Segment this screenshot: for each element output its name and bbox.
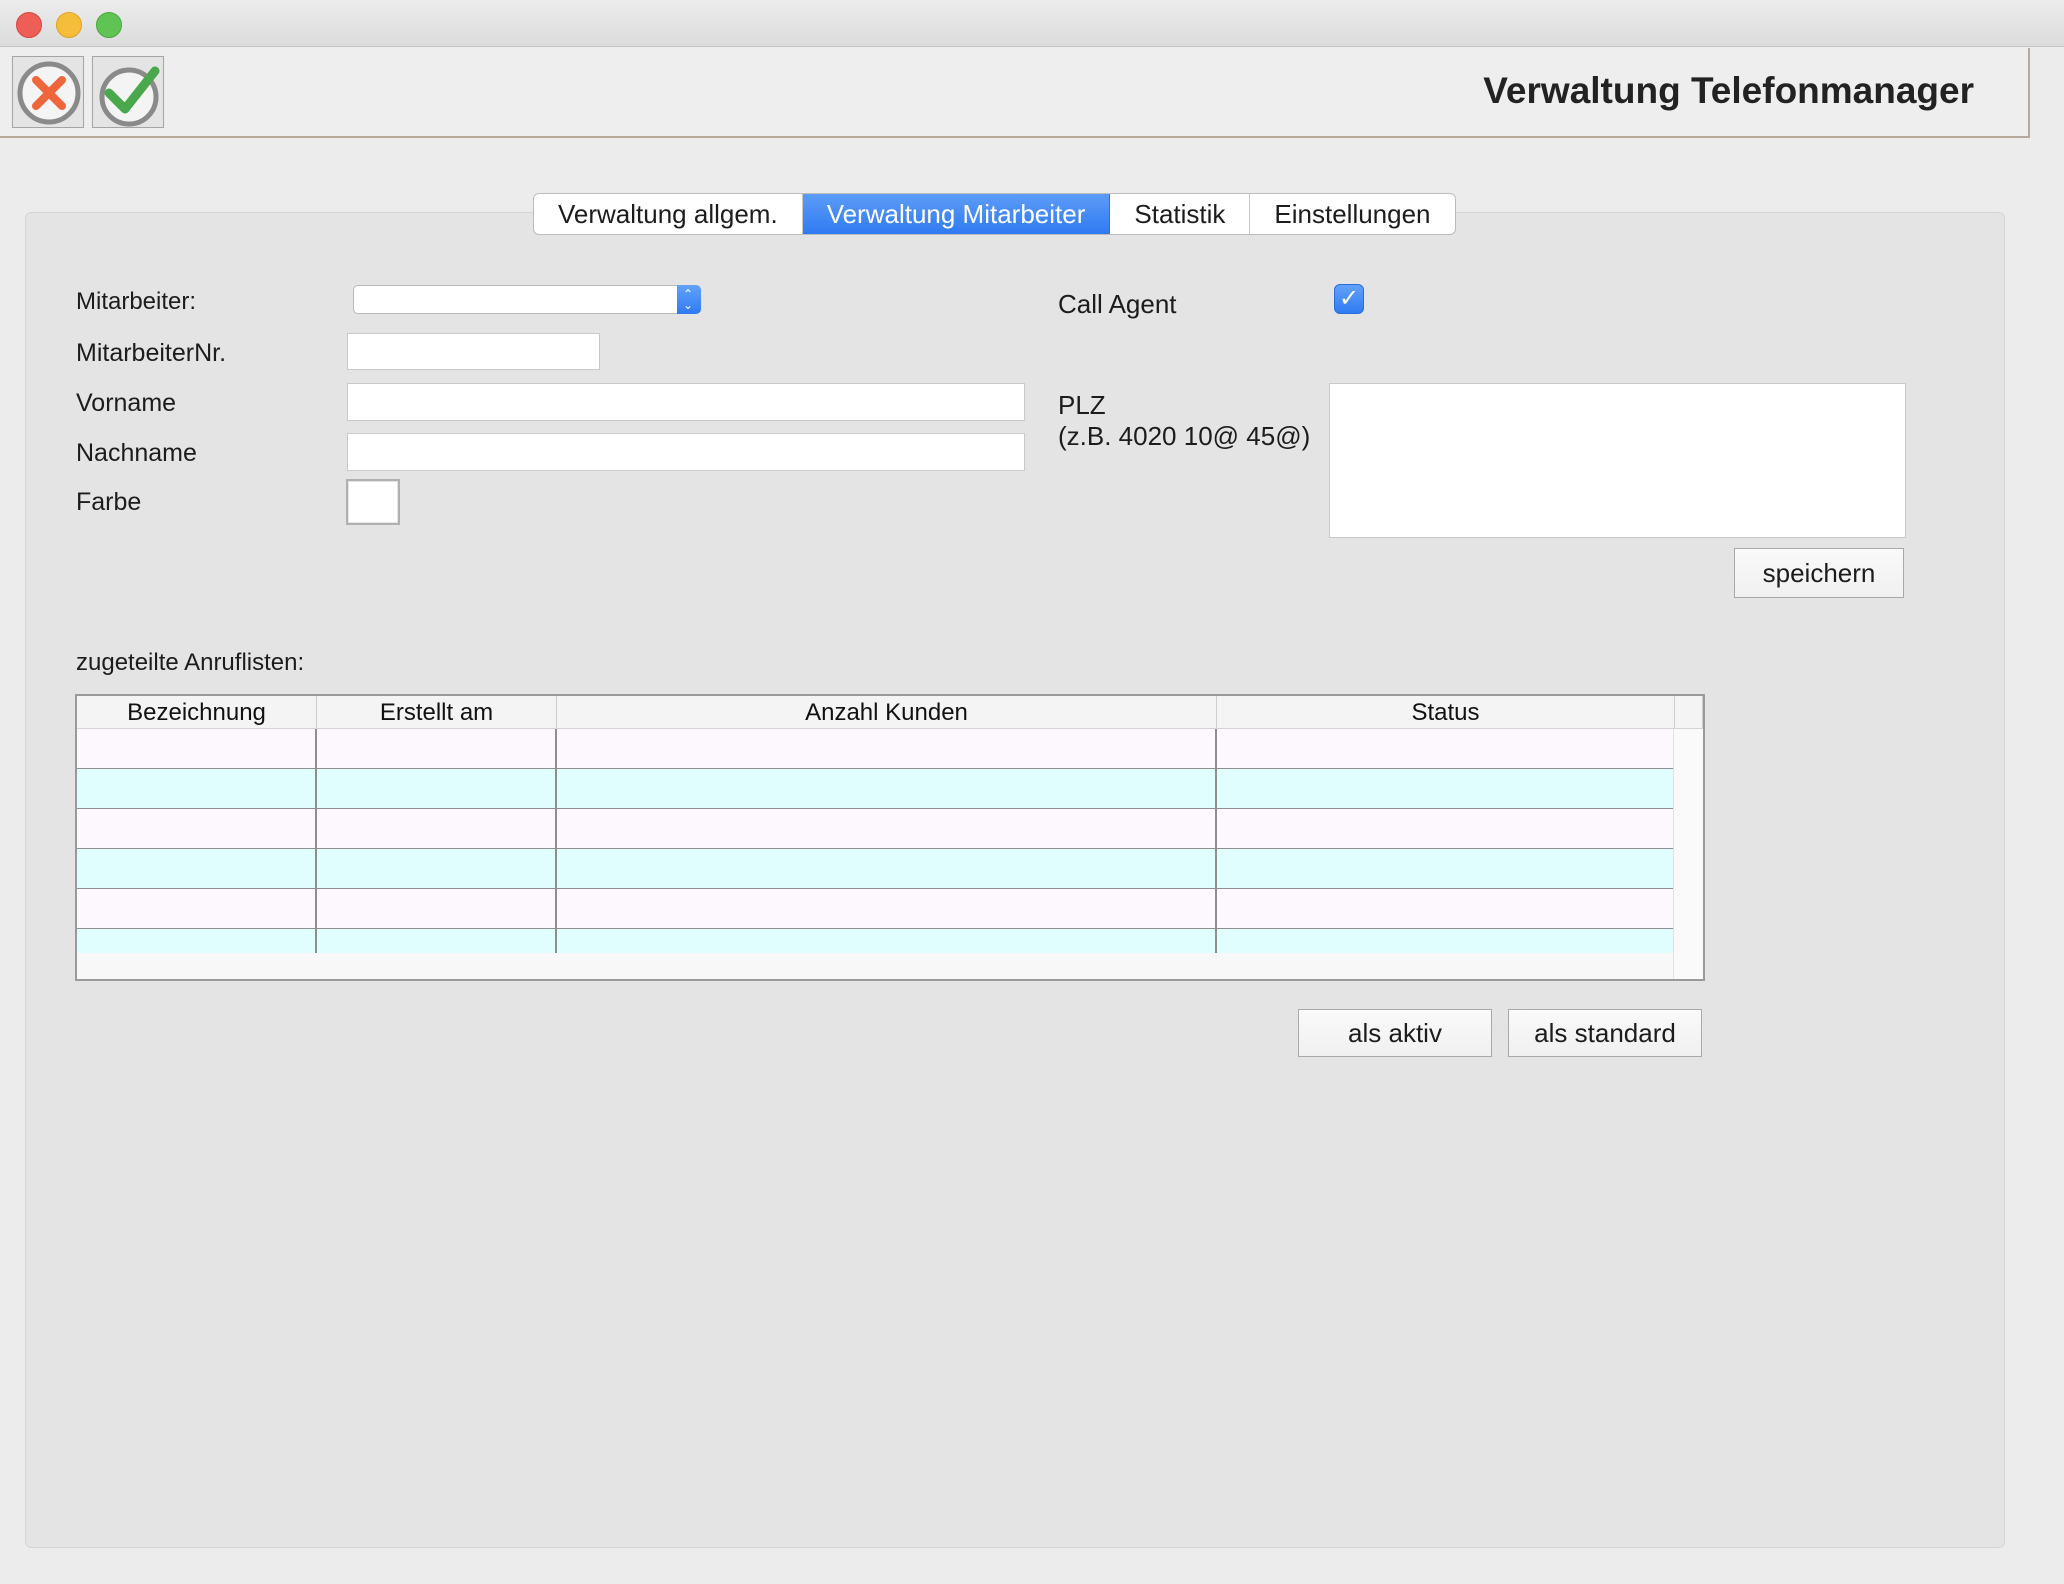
table-cell bbox=[77, 889, 317, 928]
window-titlebar bbox=[0, 0, 2064, 47]
nachname-field[interactable] bbox=[347, 433, 1025, 471]
table-row[interactable] bbox=[77, 769, 1674, 809]
table-row[interactable] bbox=[77, 889, 1674, 929]
tab-statistik[interactable]: Statistik bbox=[1110, 194, 1251, 234]
table-cell bbox=[557, 769, 1217, 808]
table-cell bbox=[317, 929, 557, 953]
mitarbeiter-label: Mitarbeiter: bbox=[76, 288, 197, 315]
table-cell bbox=[317, 849, 557, 888]
table-cell bbox=[557, 889, 1217, 928]
confirm-check-icon bbox=[99, 66, 160, 127]
set-default-button[interactable]: als standard bbox=[1508, 1009, 1702, 1057]
set-active-button[interactable]: als aktiv bbox=[1298, 1009, 1492, 1057]
call-agent-checkbox[interactable]: ✓ bbox=[1334, 284, 1364, 314]
plz-hint: (z.B. 4020 10@ 45@) bbox=[1058, 421, 1311, 451]
column-header-bezeichnung[interactable]: Bezeichnung bbox=[77, 696, 317, 728]
table-cell bbox=[557, 849, 1217, 888]
cancel-x-icon bbox=[17, 61, 81, 125]
table-cell bbox=[317, 729, 557, 768]
page-title: Verwaltung Telefonmanager bbox=[1483, 70, 1974, 111]
lists-section-label: zugeteilte Anruflisten: bbox=[76, 649, 305, 676]
tab-verwaltung-mitarbeiter[interactable]: Verwaltung Mitarbeiter bbox=[802, 194, 1111, 234]
table-header: Bezeichnung Erstellt am Anzahl Kunden St… bbox=[77, 696, 1703, 729]
save-button[interactable]: speichern bbox=[1734, 548, 1904, 598]
column-header-status[interactable]: Status bbox=[1217, 696, 1675, 728]
top-toolbar: Verwaltung Telefonmanager bbox=[0, 48, 2030, 138]
column-header-anzahl-kunden[interactable]: Anzahl Kunden bbox=[557, 696, 1217, 728]
vertical-scrollbar[interactable] bbox=[1673, 729, 1703, 979]
table-cell bbox=[317, 809, 557, 848]
table-cell bbox=[77, 929, 317, 953]
horizontal-scrollbar[interactable] bbox=[77, 953, 1674, 979]
confirm-button[interactable] bbox=[92, 56, 164, 128]
color-swatch[interactable] bbox=[346, 479, 400, 525]
tab-verwaltung-allgem[interactable]: Verwaltung allgem. bbox=[534, 194, 803, 234]
mitarbeiternr-label: MitarbeiterNr. bbox=[76, 339, 227, 367]
tab-einstellungen[interactable]: Einstellungen bbox=[1250, 194, 1454, 234]
plz-textarea[interactable] bbox=[1329, 383, 1906, 538]
table-cell bbox=[557, 929, 1217, 953]
table-cell bbox=[557, 809, 1217, 848]
mitarbeiternr-field[interactable] bbox=[347, 333, 600, 370]
column-header-filler bbox=[1675, 696, 1703, 728]
table-cell bbox=[77, 849, 317, 888]
table-row[interactable] bbox=[77, 929, 1674, 953]
farbe-label: Farbe bbox=[76, 488, 142, 516]
table-cell bbox=[317, 889, 557, 928]
vorname-label: Vorname bbox=[76, 389, 177, 417]
checkmark-icon: ✓ bbox=[1338, 285, 1360, 312]
table-row[interactable] bbox=[77, 809, 1674, 849]
table-row[interactable] bbox=[77, 729, 1674, 769]
table-cell bbox=[557, 729, 1217, 768]
minimize-window-button[interactable] bbox=[56, 12, 82, 38]
nachname-label: Nachname bbox=[76, 439, 197, 467]
call-lists-table: Bezeichnung Erstellt am Anzahl Kunden St… bbox=[75, 694, 1705, 981]
column-header-erstellt-am[interactable]: Erstellt am bbox=[317, 696, 557, 728]
table-cell bbox=[77, 769, 317, 808]
table-cell bbox=[317, 769, 557, 808]
cancel-button[interactable] bbox=[12, 56, 84, 128]
zoom-window-button[interactable] bbox=[96, 12, 122, 38]
close-window-button[interactable] bbox=[16, 12, 42, 38]
mitarbeiter-select[interactable]: ⌃ ⌄ bbox=[353, 285, 701, 314]
table-cell bbox=[77, 809, 317, 848]
table-row[interactable] bbox=[77, 849, 1674, 889]
vorname-field[interactable] bbox=[347, 383, 1025, 421]
call-agent-label: Call Agent bbox=[1058, 289, 1177, 319]
select-chevron-icon: ⌃ ⌄ bbox=[677, 285, 701, 314]
tab-bar: Verwaltung allgem. Verwaltung Mitarbeite… bbox=[533, 193, 1456, 235]
plz-label: PLZ bbox=[1058, 390, 1106, 420]
table-cell bbox=[77, 729, 317, 768]
